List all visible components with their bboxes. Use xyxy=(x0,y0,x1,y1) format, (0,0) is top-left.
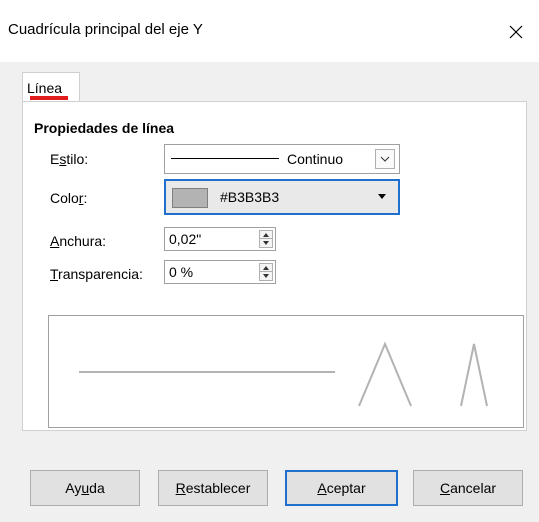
transparency-value: 0 % xyxy=(169,264,194,280)
color-dropdown[interactable]: #B3B3B3 xyxy=(164,179,400,215)
color-swatch xyxy=(172,188,208,208)
width-label-post: nchura: xyxy=(59,233,107,249)
style-value: Continuo xyxy=(287,151,344,167)
reset-button[interactable]: Restablecer xyxy=(158,470,268,506)
reset-label-accel: R xyxy=(175,480,186,496)
preview-wide-peak xyxy=(358,341,412,407)
help-button[interactable]: Ay u da xyxy=(30,470,140,506)
transparency-spinbox[interactable]: 0 % xyxy=(164,260,276,284)
tab-label: Línea xyxy=(27,80,63,96)
transparency-label-accel: T xyxy=(50,266,59,282)
spin-divider xyxy=(260,271,272,272)
color-label: Color: xyxy=(50,190,87,206)
cancel-label-post: ancelar xyxy=(450,480,497,496)
width-label-accel: A xyxy=(50,233,60,249)
transparency-spin-buttons[interactable] xyxy=(259,263,273,281)
style-line-sample xyxy=(171,158,279,159)
reset-label-post: establecer xyxy=(185,480,251,496)
spin-up-icon[interactable] xyxy=(263,233,269,237)
chevron-down-icon xyxy=(380,156,390,162)
ok-label-post: ceptar xyxy=(326,480,366,496)
cancel-button[interactable]: Cancelar xyxy=(413,470,523,506)
ok-button[interactable]: Aceptar xyxy=(285,470,398,506)
style-label-post: tilo: xyxy=(66,151,89,167)
style-label-pre: E xyxy=(50,151,60,167)
spin-down-icon[interactable] xyxy=(263,274,269,278)
color-label-post: : xyxy=(83,190,88,206)
preview-narrow-peak xyxy=(460,343,488,407)
preview-canvas xyxy=(79,341,488,407)
spin-down-icon[interactable] xyxy=(263,241,269,245)
close-icon xyxy=(509,25,523,39)
line-preview xyxy=(48,315,524,428)
ok-label-accel: A xyxy=(317,480,327,496)
help-label-post: da xyxy=(89,480,105,496)
spin-divider xyxy=(260,238,272,239)
spin-up-icon[interactable] xyxy=(263,266,269,270)
width-value: 0,02" xyxy=(169,231,202,247)
dropdown-button[interactable] xyxy=(375,149,395,169)
style-label: Estilo: xyxy=(50,151,88,167)
transparency-label: Transparencia: xyxy=(50,266,143,282)
transparency-label-post: ransparencia: xyxy=(58,266,143,282)
dialog-title: Cuadrícula principal del eje Y xyxy=(8,21,203,38)
cancel-label-accel: C xyxy=(439,480,451,496)
title-bar: Cuadrícula principal del eje Y xyxy=(0,0,539,62)
close-button[interactable] xyxy=(493,12,539,52)
help-label-pre: Ay xyxy=(65,480,82,496)
help-label-accel: u xyxy=(81,480,90,496)
caret-down-icon xyxy=(378,194,386,199)
style-dropdown[interactable]: Continuo xyxy=(164,144,400,174)
color-label-pre: Colo xyxy=(50,190,79,206)
color-value: #B3B3B3 xyxy=(220,189,280,205)
width-spin-buttons[interactable] xyxy=(259,230,273,248)
width-spinbox[interactable]: 0,02" xyxy=(164,227,276,251)
width-label: Anchura: xyxy=(50,233,106,249)
section-title: Propiedades de línea xyxy=(34,120,175,136)
tab-active-indicator xyxy=(30,96,68,100)
